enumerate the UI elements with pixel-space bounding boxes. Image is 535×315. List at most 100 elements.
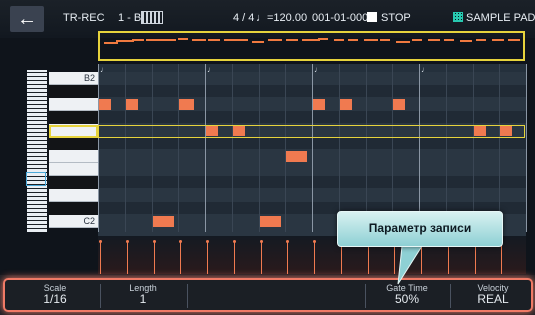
- piano-key: [49, 163, 98, 176]
- velocity-stem: [100, 242, 101, 274]
- gate-time-value: 50%: [394, 292, 420, 306]
- grid-line: [178, 64, 179, 232]
- pattern-label: 1 - B: [118, 12, 142, 24]
- velocity-dot: [313, 240, 316, 243]
- overview-note: [460, 40, 472, 42]
- stop-icon: [367, 12, 377, 22]
- overview-note: [348, 39, 358, 41]
- overview-note: [444, 39, 454, 41]
- piano-key: [49, 85, 98, 98]
- position-counter: 001-01-000: [312, 12, 369, 24]
- overview-note: [234, 39, 248, 41]
- grid-line: [205, 64, 206, 232]
- overview-note: [192, 39, 206, 41]
- overview-note: [318, 38, 328, 40]
- overview-note: [268, 39, 282, 41]
- selected-row: [98, 125, 525, 138]
- overview-note: [412, 39, 422, 41]
- overview-note: [334, 39, 344, 41]
- divider: [100, 284, 101, 308]
- grid-line: [98, 64, 99, 232]
- time-signature: 4 / 4: [233, 12, 255, 24]
- overview-note: [104, 42, 118, 44]
- grid-line: [526, 64, 527, 232]
- velocity-stem: [287, 242, 288, 274]
- key-label-bottom: C2: [83, 216, 95, 226]
- left-arrow-icon: ←: [17, 8, 37, 30]
- note: [260, 216, 281, 227]
- length-value: 1: [139, 292, 147, 306]
- gate-time-param[interactable]: Gate Time 50%: [372, 283, 442, 305]
- overview-note: [224, 39, 234, 41]
- drum-kit-icon: [141, 11, 163, 24]
- velocity-dot: [233, 240, 236, 243]
- overview-note: [476, 39, 486, 41]
- overview-note: [492, 39, 504, 41]
- overview-note: [286, 39, 298, 41]
- divider: [450, 284, 451, 308]
- overview-note: [208, 39, 220, 41]
- selected-key: [49, 125, 98, 138]
- transport-status: STOP: [381, 12, 411, 24]
- velocity-dot: [179, 240, 182, 243]
- note: [340, 99, 352, 110]
- grid-line: [259, 64, 260, 232]
- piano-key: [49, 137, 98, 150]
- pattern-overview[interactable]: [98, 31, 525, 61]
- overview-note: [396, 41, 410, 43]
- grid-line: [339, 64, 340, 232]
- grid-line: [366, 64, 367, 232]
- overview-note: [162, 39, 176, 41]
- piano-key: [49, 176, 98, 189]
- velocity-stem: [180, 242, 181, 274]
- velocity-dot: [206, 240, 209, 243]
- beat-marker: ♩: [100, 65, 108, 74]
- velocity-param[interactable]: Velocity REAL: [458, 283, 528, 305]
- velocity-dot: [99, 240, 102, 243]
- overview-note: [364, 39, 378, 41]
- sample-pad-label[interactable]: SAMPLE PAD: [466, 12, 535, 24]
- note: [313, 99, 325, 110]
- note: [393, 99, 405, 110]
- keyboard-range-strip[interactable]: [27, 70, 47, 232]
- callout-text: Параметр записи: [368, 221, 472, 235]
- scale-param[interactable]: Scale 1/16: [20, 283, 90, 305]
- velocity-stem: [207, 242, 208, 274]
- velocity-dot: [260, 240, 263, 243]
- tempo[interactable]: ♩=120.00: [256, 12, 307, 24]
- sample-pad-icon: [453, 12, 463, 22]
- overview-note: [178, 38, 188, 40]
- mode-label: TR-REC: [63, 12, 105, 24]
- velocity-stem: [234, 242, 235, 274]
- velocity-value: REAL: [477, 292, 509, 306]
- overview-note: [508, 39, 520, 41]
- piano-keys[interactable]: B2 C2: [49, 72, 98, 230]
- length-param[interactable]: Length 1: [108, 283, 178, 305]
- velocity-stem: [154, 242, 155, 274]
- velocity-dot: [153, 240, 156, 243]
- velocity-stem: [127, 242, 128, 274]
- beat-marker: ♩: [314, 65, 322, 74]
- note: [179, 99, 194, 110]
- velocity-dot: [126, 240, 129, 243]
- piano-key: [49, 189, 98, 202]
- grid-line: [473, 64, 474, 232]
- callout-pointer: [397, 246, 423, 285]
- velocity-dot: [286, 240, 289, 243]
- range-marker[interactable]: [26, 172, 46, 186]
- back-button[interactable]: ←: [10, 6, 44, 32]
- note: [99, 99, 111, 110]
- step-grid[interactable]: ♩ ♩ ♩ ♩: [98, 64, 527, 241]
- overview-note: [132, 39, 144, 41]
- key-label-top: B2: [83, 73, 95, 83]
- overview-note: [252, 41, 264, 43]
- note: [153, 216, 174, 227]
- note: [286, 151, 307, 162]
- grid-line: [419, 64, 420, 232]
- piano-key: [49, 150, 98, 163]
- note: [126, 99, 138, 110]
- grid-line: [232, 64, 233, 232]
- grid-line: [392, 64, 393, 232]
- velocity-stem: [314, 242, 315, 274]
- velocity-stem: [261, 242, 262, 274]
